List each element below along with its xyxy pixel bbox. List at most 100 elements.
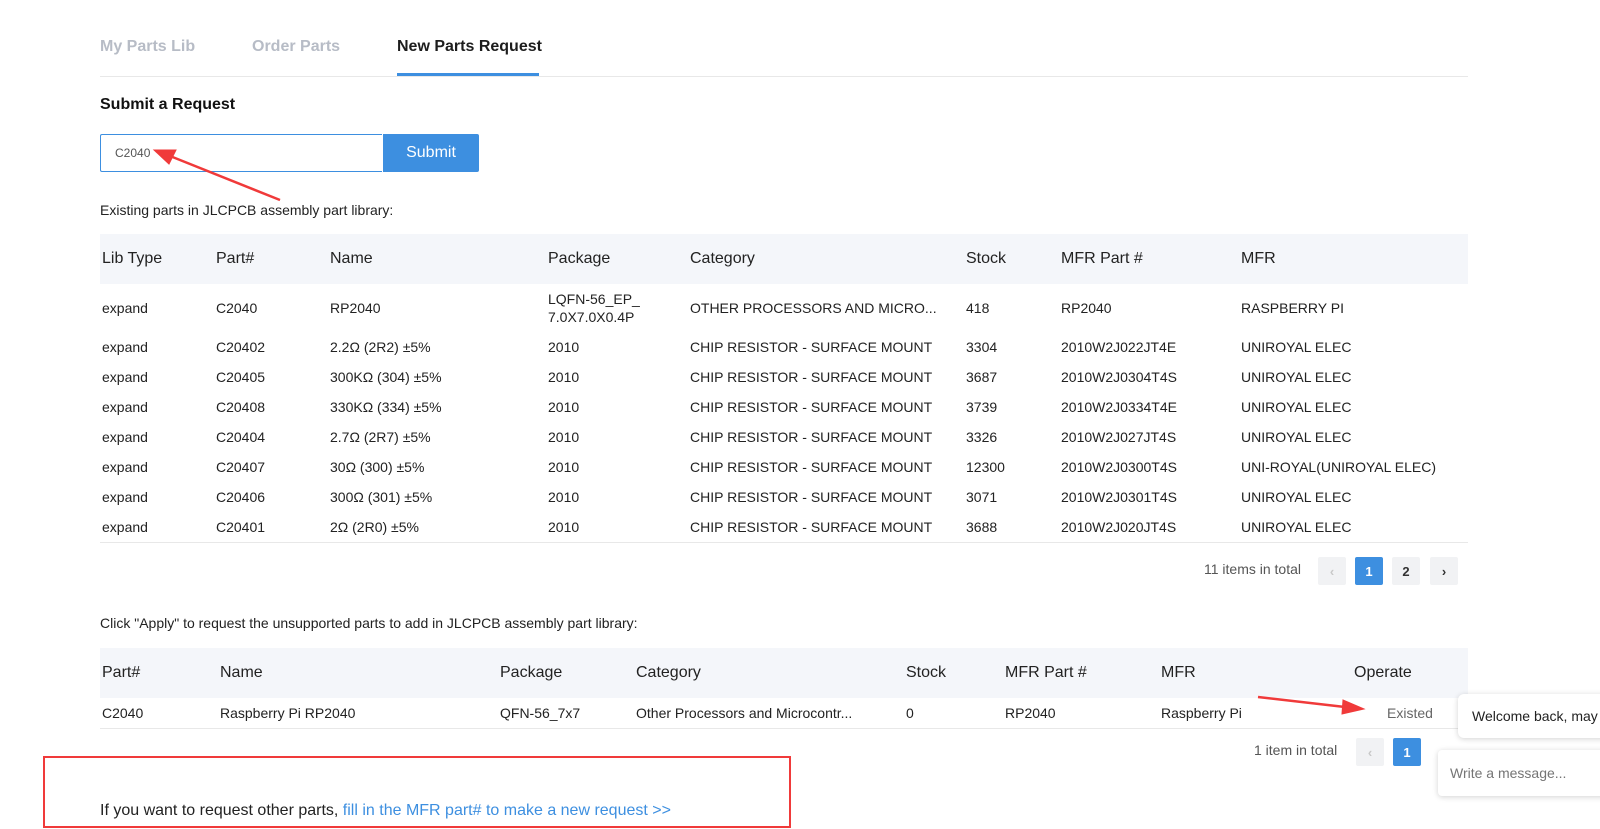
pager-prev-button[interactable]: ‹ (1318, 557, 1346, 585)
table-row[interactable]: expand C20408 330KΩ (334) ±5% 2010 CHIP … (100, 392, 1468, 422)
cell-mfr: UNIROYAL ELEC (1241, 399, 1352, 415)
cell-package: 2010 (548, 459, 580, 475)
cell-part-number: C20408 (216, 399, 266, 415)
cell-stock: 3304 (966, 339, 998, 355)
cell-category: CHIP RESISTOR - SURFACE MOUNT (690, 339, 933, 355)
cell-name: RP2040 (330, 300, 381, 316)
cell-package: 2010 (546, 512, 688, 543)
cell-mfr-part: 2010W2J020JT4S (1059, 512, 1239, 543)
column-header: Package (546, 234, 688, 284)
cell-mfr: UNIROYAL ELEC (1241, 489, 1352, 505)
cell-part-number: C20402 (216, 339, 266, 355)
new-request-link[interactable]: fill in the MFR part# to make a new requ… (343, 802, 671, 819)
cell-mfr: UNIROYAL ELEC (1241, 429, 1352, 445)
active-tab-indicator (397, 73, 539, 76)
cell-part-number: C2040 (216, 300, 258, 316)
unsupported-parts-table: Part# Name Package Category Stock MFR Pa… (100, 648, 1468, 729)
cell-part-number: C20405 (216, 369, 266, 385)
existing-parts-table: Lib Type Part# Name Package Category Sto… (100, 234, 1468, 543)
column-header: Name (328, 234, 546, 284)
cell-mfr: UNIROYAL ELEC (1239, 512, 1468, 543)
cell-name: 330KΩ (334) ±5% (330, 399, 442, 415)
cell-part-number: C2040 (100, 698, 218, 729)
cell-mfr-part: RP2040 (1003, 698, 1159, 729)
column-header: Stock (964, 234, 1059, 284)
cell-lib-type: expand (102, 300, 148, 316)
tab-my-parts-lib[interactable]: My Parts Lib (100, 38, 195, 56)
column-header: Category (688, 234, 964, 284)
cell-mfr: UNI-ROYAL(UNIROYAL ELEC) (1241, 459, 1436, 475)
cell-package: 2010 (548, 399, 580, 415)
tab-new-parts-request[interactable]: New Parts Request (397, 38, 542, 56)
footer-text: If you want to request other parts, (100, 802, 343, 819)
cell-stock: 3687 (966, 369, 998, 385)
cell-package: 2010 (548, 429, 580, 445)
cell-stock: 3326 (966, 429, 998, 445)
column-header: MFR Part # (1059, 234, 1239, 284)
cell-category: OTHER PROCESSORS AND MICRO... (690, 300, 937, 316)
chat-welcome-bubble[interactable]: Welcome back, may I (1458, 694, 1600, 738)
column-header: Name (218, 648, 498, 698)
column-header: MFR Part # (1003, 648, 1159, 698)
table-row[interactable]: expand C20401 2Ω (2R0) ±5% 2010 CHIP RES… (100, 512, 1468, 543)
cell-name: 30Ω (300) ±5% (330, 459, 425, 475)
pager-prev-button[interactable]: ‹ (1356, 738, 1384, 766)
pager-page-button[interactable]: 2 (1392, 557, 1420, 585)
cell-lib-type: expand (102, 429, 148, 445)
cell-lib-type: expand (102, 369, 148, 385)
column-header: Part# (100, 648, 218, 698)
cell-lib-type: expand (102, 339, 148, 355)
table-row[interactable]: expand C20402 2.2Ω (2R2) ±5% 2010 CHIP R… (100, 332, 1468, 362)
column-header: Stock (904, 648, 1003, 698)
cell-stock: 0 (904, 698, 1003, 729)
cell-mfr: UNIROYAL ELEC (1241, 369, 1352, 385)
section-title: Submit a Request (100, 96, 236, 113)
table-header-row: Part# Name Package Category Stock MFR Pa… (100, 648, 1468, 698)
table-row[interactable]: expand C20404 2.7Ω (2R7) ±5% 2010 CHIP R… (100, 422, 1468, 452)
table-row[interactable]: expand C20406 300Ω (301) ±5% 2010 CHIP R… (100, 482, 1468, 512)
submit-button[interactable]: Submit (383, 134, 479, 172)
table-row[interactable]: expand C20407 30Ω (300) ±5% 2010 CHIP RE… (100, 452, 1468, 482)
table-row[interactable]: C2040 Raspberry Pi RP2040 QFN-56_7x7 Oth… (100, 698, 1468, 729)
table-row[interactable]: expand C2040 RP2040 LQFN-56_EP_7.0X7.0X0… (100, 284, 1468, 332)
column-header: Part# (214, 234, 328, 284)
column-header: Lib Type (100, 234, 214, 284)
cell-part-number: C20404 (216, 429, 266, 445)
pager-total: 1 item in total (1254, 742, 1338, 758)
column-header: MFR (1159, 648, 1352, 698)
cell-stock: 12300 (966, 459, 1005, 475)
column-header: MFR (1239, 234, 1468, 284)
cell-lib-type: expand (102, 489, 148, 505)
cell-package: QFN-56_7x7 (498, 698, 634, 729)
cell-lib-type: expand (102, 459, 148, 475)
cell-mfr-part: 2010W2J0300T4S (1061, 459, 1177, 475)
cell-stock: 418 (966, 300, 990, 316)
cell-name: 2Ω (2R0) ±5% (328, 512, 546, 543)
chat-message-input[interactable] (1438, 750, 1600, 796)
pager-page-button[interactable]: 1 (1355, 557, 1383, 585)
cell-mfr: RASPBERRY PI (1241, 300, 1344, 316)
tab-bar: My Parts Lib Order Parts New Parts Reque… (100, 0, 1468, 77)
cell-name: 300KΩ (304) ±5% (330, 369, 442, 385)
cell-category: Other Processors and Microcontr... (634, 698, 904, 729)
tab-order-parts[interactable]: Order Parts (252, 38, 340, 56)
cell-mfr-part: RP2040 (1061, 300, 1112, 316)
unsupported-parts-note: Click "Apply" to request the unsupported… (100, 615, 638, 631)
pager-total: 11 items in total (1204, 561, 1302, 577)
cell-mfr: UNIROYAL ELEC (1241, 339, 1352, 355)
cell-mfr-part: 2010W2J0304T4S (1061, 369, 1177, 385)
cell-part-number: C20407 (216, 459, 266, 475)
pager-next-button[interactable]: › (1430, 557, 1458, 585)
table-row[interactable]: expand C20405 300KΩ (304) ±5% 2010 CHIP … (100, 362, 1468, 392)
part-search-input[interactable] (100, 134, 382, 172)
cell-name: 2.2Ω (2R2) ±5% (330, 339, 431, 355)
cell-package: 2010 (548, 369, 580, 385)
column-header: Operate (1352, 648, 1468, 698)
table-header-row: Lib Type Part# Name Package Category Sto… (100, 234, 1468, 284)
cell-category: CHIP RESISTOR - SURFACE MOUNT (690, 369, 933, 385)
cell-mfr-part: 2010W2J022JT4E (1061, 339, 1177, 355)
cell-mfr-part: 2010W2J0301T4S (1061, 489, 1177, 505)
pager-page-button[interactable]: 1 (1393, 738, 1421, 766)
cell-stock: 3071 (966, 489, 998, 505)
cell-category: CHIP RESISTOR - SURFACE MOUNT (690, 459, 933, 475)
